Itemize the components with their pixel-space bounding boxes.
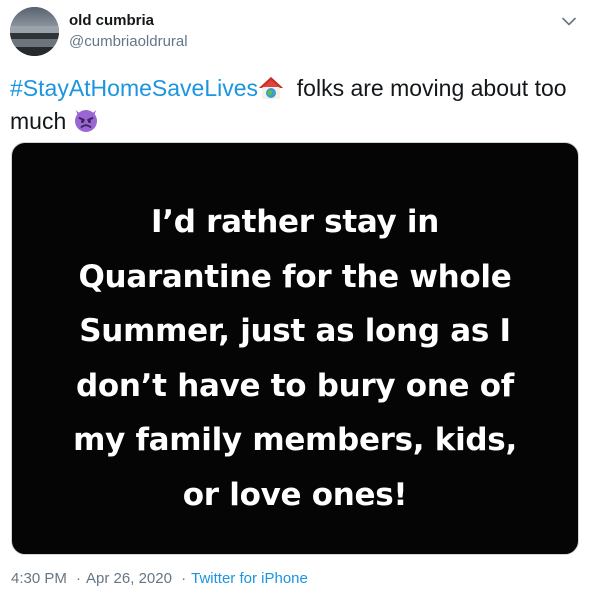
house-with-globe-emoji-icon — [258, 76, 284, 100]
avatar[interactable] — [10, 7, 59, 56]
tweet-date[interactable]: Apr 26, 2020 — [86, 570, 172, 587]
tweet-body-text: folks are moving about too — [296, 75, 567, 101]
image-text-line: my family members, kids, — [73, 422, 517, 458]
tweet-image[interactable]: I’d rather stay in Quarantine for the wh… — [11, 142, 579, 555]
separator-dot: · — [181, 570, 187, 587]
image-text: I’d rather stay in Quarantine for the wh… — [12, 195, 578, 522]
separator-dot: · — [76, 570, 82, 587]
display-name[interactable]: old cumbria — [69, 12, 154, 29]
more-options-chevron-down-icon[interactable] — [558, 10, 580, 32]
tweet-text: #StayAtHomeSaveLives folks are moving ab… — [10, 72, 570, 138]
image-text-line: don’t have to bury one of — [76, 367, 514, 404]
tweet-body-text-line2: much — [10, 108, 67, 134]
image-text-line: or love ones! — [182, 476, 408, 513]
user-handle[interactable]: @cumbriaoldrural — [69, 33, 188, 50]
image-text-line: Quarantine for the whole — [78, 258, 512, 295]
hashtag-link[interactable]: #StayAtHomeSaveLives — [10, 75, 258, 101]
angry-devil-emoji-icon — [73, 107, 99, 132]
tweet-timestamp[interactable]: 4:30 PM — [11, 570, 67, 587]
image-text-line: I’d rather stay in — [150, 204, 440, 240]
tweet-metadata: 4:30 PM · Apr 26, 2020 · Twitter for iPhon… — [11, 570, 308, 587]
tweet-source-link[interactable]: Twitter for iPhone — [191, 570, 308, 587]
tweet-card: old cumbria @cumbriaoldrural #StayAtHome… — [0, 0, 590, 596]
image-text-line: Summer, just as long as I — [79, 313, 511, 349]
